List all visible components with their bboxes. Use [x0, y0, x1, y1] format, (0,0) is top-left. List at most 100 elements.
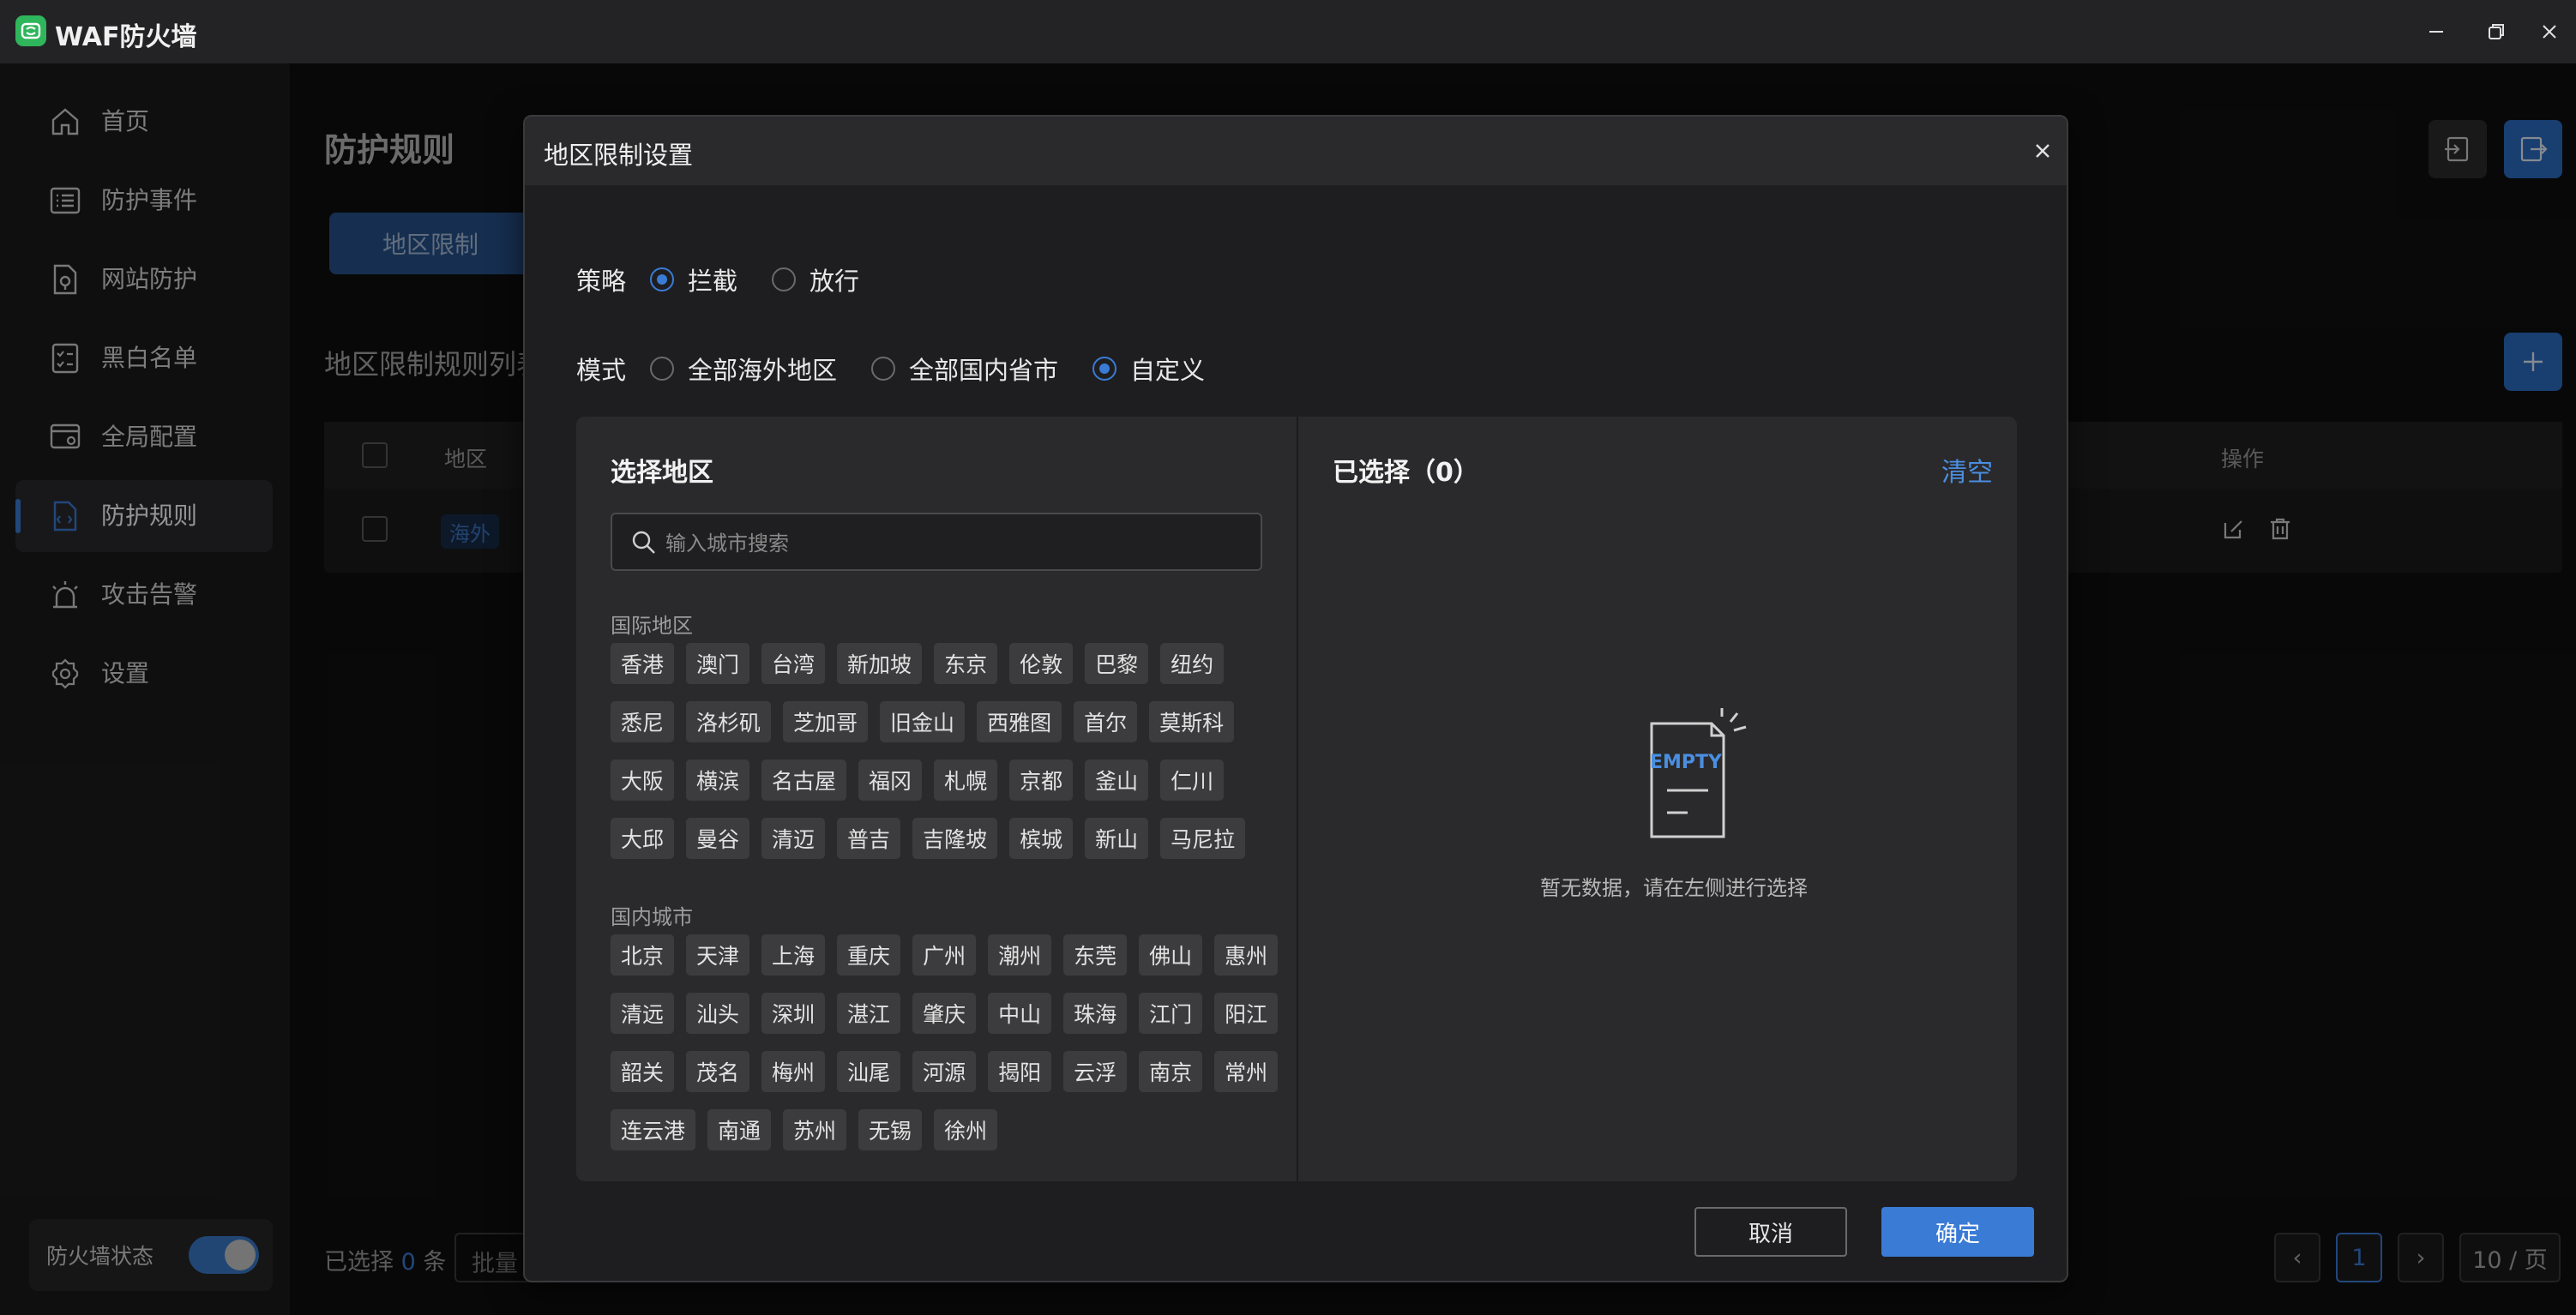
mode-radio-overseas[interactable]: 全部海外地区: [650, 351, 837, 387]
region-chip[interactable]: 京都: [1009, 760, 1074, 801]
clear-selection-button[interactable]: 清空: [1941, 451, 1993, 489]
region-chip[interactable]: 槟城: [1009, 818, 1074, 859]
mode-radio-custom[interactable]: 自定义: [1092, 351, 1205, 387]
region-chip[interactable]: 旧金山: [880, 701, 966, 742]
app-title: WAF防火墙: [55, 22, 197, 52]
region-chip[interactable]: 悉尼: [611, 701, 675, 742]
region-chip[interactable]: 珠海: [1063, 993, 1128, 1034]
region-chip[interactable]: 台湾: [761, 643, 826, 684]
international-chip-list: 香港 澳门 台湾 新加坡 东京 伦敦 巴黎 纽约悉尼 洛杉矶 芝加哥 旧金山 西雅图 首尔 莫斯科大阪 横滨…: [611, 643, 1279, 859]
close-window-button[interactable]: [2530, 12, 2569, 51]
region-chip[interactable]: 澳门: [686, 643, 750, 684]
region-chip[interactable]: 吉隆坡: [912, 818, 998, 859]
confirm-button[interactable]: 确定: [1881, 1207, 2034, 1257]
region-chip[interactable]: 马尼拉: [1160, 818, 1246, 859]
region-chip[interactable]: 徐州: [934, 1109, 998, 1150]
city-search-input[interactable]: [665, 526, 1249, 561]
region-transfer-panel: 选择地区 国际地区 香港澳门台湾新加坡东京伦敦巴黎纽约悉尼洛杉矶芝加哥旧金山西雅…: [576, 417, 2017, 1181]
region-chip[interactable]: 肇庆: [912, 993, 977, 1034]
region-chip[interactable]: 阳江: [1214, 993, 1279, 1034]
minimize-button[interactable]: [2417, 12, 2456, 51]
strategy-radio-allow[interactable]: 放行: [772, 261, 859, 297]
city-search-box: [611, 513, 1262, 571]
region-chip[interactable]: 惠州: [1214, 934, 1279, 976]
region-chip[interactable]: 汕头: [686, 993, 750, 1034]
region-chip[interactable]: 韶关: [611, 1051, 675, 1092]
region-chip[interactable]: 洛杉矶: [686, 701, 772, 742]
mode-row: 模式 全部海外地区 全部国内省市 自定义: [576, 350, 1239, 387]
region-chip[interactable]: 札幌: [934, 760, 998, 801]
region-chip[interactable]: 上海: [761, 934, 826, 976]
region-chip[interactable]: 广州: [912, 934, 977, 976]
region-chip[interactable]: 清远: [611, 993, 675, 1034]
region-chip[interactable]: 茂名: [686, 1051, 750, 1092]
region-chip[interactable]: 南京: [1139, 1051, 1203, 1092]
radio-label: 全部海外地区: [688, 356, 838, 385]
search-icon: [629, 528, 659, 557]
radio-unchecked-icon: [772, 267, 797, 291]
region-chip[interactable]: 潮州: [988, 934, 1052, 976]
radio-label: 放行: [810, 267, 860, 296]
empty-state-text: 暂无数据，请在左侧进行选择: [1540, 876, 1808, 900]
region-chip[interactable]: 名古屋: [761, 760, 847, 801]
region-chip[interactable]: 江门: [1139, 993, 1203, 1034]
region-chip[interactable]: 常州: [1214, 1051, 1279, 1092]
region-chip[interactable]: 北京: [611, 934, 675, 976]
select-region-title: 选择地区: [611, 458, 713, 488]
region-chip[interactable]: 仁川: [1160, 760, 1225, 801]
region-chip[interactable]: 新山: [1085, 818, 1149, 859]
region-chip[interactable]: 东京: [934, 643, 998, 684]
region-chip[interactable]: 佛山: [1139, 934, 1203, 976]
region-chip[interactable]: 天津: [686, 934, 750, 976]
region-chip[interactable]: 深圳: [761, 993, 826, 1034]
region-chip[interactable]: 大阪: [611, 760, 675, 801]
close-icon[interactable]: [2025, 134, 2060, 168]
cancel-button[interactable]: 取消: [1694, 1207, 1847, 1257]
empty-state-icon: EMPTY: [1604, 708, 1775, 845]
dialog-title: 地区限制设置: [544, 141, 694, 170]
region-chip[interactable]: 西雅图: [977, 701, 1062, 742]
region-chip[interactable]: 东莞: [1063, 934, 1128, 976]
radio-unchecked-icon: [871, 357, 896, 381]
region-chip[interactable]: 揭阳: [988, 1051, 1052, 1092]
international-group-title: 国际地区: [611, 614, 693, 638]
radio-unchecked-icon: [650, 357, 675, 381]
region-chip[interactable]: 苏州: [783, 1109, 847, 1150]
region-chip[interactable]: 重庆: [837, 934, 901, 976]
region-chip[interactable]: 巴黎: [1085, 643, 1149, 684]
region-chip[interactable]: 大邱: [611, 818, 675, 859]
region-chip[interactable]: 汕尾: [837, 1051, 901, 1092]
region-chip[interactable]: 梅州: [761, 1051, 826, 1092]
mode-radio-domestic[interactable]: 全部国内省市: [871, 351, 1058, 387]
region-chip[interactable]: 无锡: [858, 1109, 923, 1150]
strategy-radio-block[interactable]: 拦截: [650, 261, 737, 297]
region-chip[interactable]: 横滨: [686, 760, 750, 801]
title-bar: WAF防火墙: [0, 0, 2576, 63]
region-chip[interactable]: 南通: [707, 1109, 772, 1150]
region-chip[interactable]: 首尔: [1074, 701, 1138, 742]
region-chip[interactable]: 云浮: [1063, 1051, 1128, 1092]
region-chip[interactable]: 新加坡: [837, 643, 923, 684]
radio-label: 全部国内省市: [909, 356, 1059, 385]
region-chip[interactable]: 纽约: [1160, 643, 1225, 684]
region-limit-dialog: 地区限制设置 策略 拦截 放行 模式 全部海外地区 全部国内省市 自定义 选择地…: [523, 115, 2068, 1282]
restore-button[interactable]: [2477, 12, 2516, 51]
region-chip[interactable]: 莫斯科: [1149, 701, 1235, 742]
region-chip[interactable]: 福冈: [858, 760, 923, 801]
region-chip[interactable]: 清迈: [761, 818, 826, 859]
region-chip[interactable]: 釜山: [1085, 760, 1149, 801]
domestic-group-title: 国内城市: [611, 905, 693, 929]
radio-checked-icon: [650, 267, 675, 291]
region-chip[interactable]: 曼谷: [686, 818, 750, 859]
region-chip[interactable]: 湛江: [837, 993, 901, 1034]
region-chip[interactable]: 连云港: [611, 1109, 696, 1150]
radio-label: 自定义: [1130, 356, 1206, 385]
radio-label: 拦截: [688, 267, 738, 296]
region-chip[interactable]: 香港: [611, 643, 675, 684]
region-chip[interactable]: 河源: [912, 1051, 977, 1092]
region-chip[interactable]: 中山: [988, 993, 1052, 1034]
region-chip[interactable]: 芝加哥: [783, 701, 869, 742]
region-chip[interactable]: 伦敦: [1009, 643, 1074, 684]
region-chip[interactable]: 普吉: [837, 818, 901, 859]
empty-badge: EMPTY: [1650, 752, 1723, 773]
